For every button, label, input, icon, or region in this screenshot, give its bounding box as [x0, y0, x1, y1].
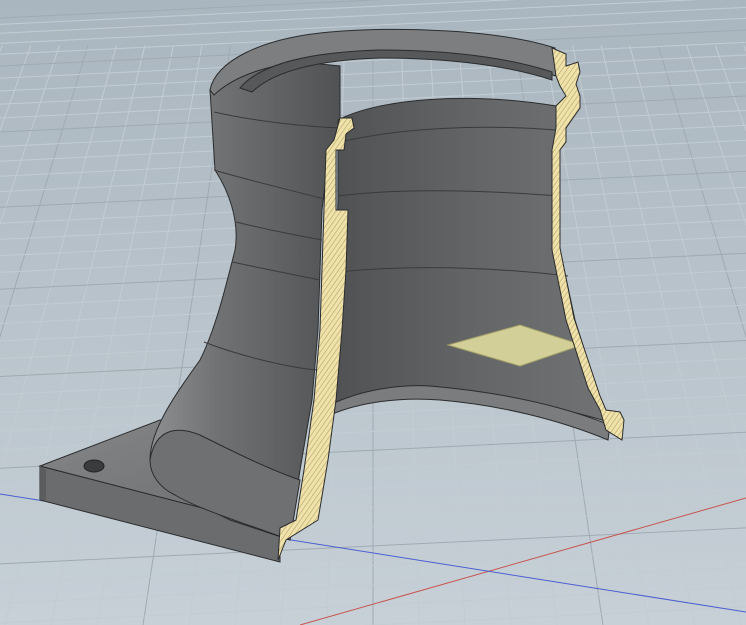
3d-viewport[interactable] [0, 0, 746, 625]
mounting-hole[interactable] [83, 459, 105, 473]
base-plate-end-face [40, 466, 46, 500]
viewport-canvas[interactable] [0, 0, 746, 625]
